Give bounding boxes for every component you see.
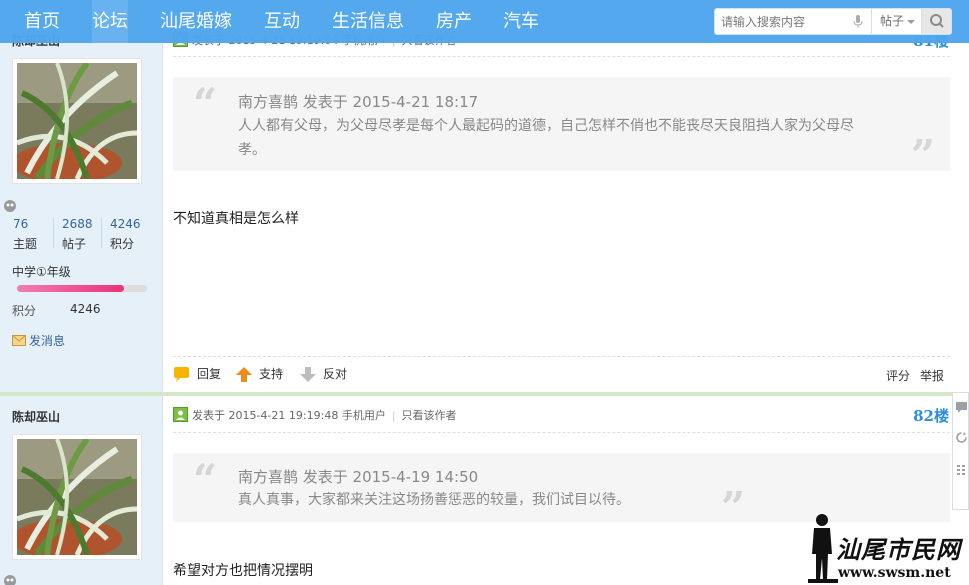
floating-toolbar [952,392,969,510]
search-box: 帖子 [714,8,952,35]
stat-divider [53,218,54,248]
support-label: 支持 [259,367,284,381]
search-button[interactable] [921,9,951,34]
rate-link[interactable]: 评分 [886,367,910,384]
top-navigation-bar: 首页 论坛 汕尾婚嫁 互动 生活信息 房产 汽车 帖子 [0,0,969,43]
oppose-button[interactable]: 反对 [300,365,347,382]
user-online-icon [4,575,16,585]
author-name[interactable]: 陈却巫山 [12,408,60,425]
user-grade[interactable]: 中学①年级 [12,263,71,280]
nav-item-life-info[interactable]: 生活信息 [332,0,404,43]
only-author-link[interactable]: 只看该作者 [402,409,457,422]
search-type-label: 帖子 [880,14,905,28]
credit-value: 4246 [70,302,101,316]
stat-divider [101,218,102,248]
post-device: 手机用户 [341,409,386,422]
search-type-select[interactable]: 帖子 [871,9,921,34]
meta-divider [173,432,950,433]
post-timestamp: 2015-4-21 19:19:48 [228,409,339,422]
avatar[interactable] [12,58,142,184]
quote-open-icon: “ [193,79,218,128]
quote-body: 真人真事，大家都来关注这场扬善惩恶的较量，我们试目以待。 [238,492,630,508]
quote-block: “ 南方喜鹊 发表于 2015-4-21 18:17 人人都有父母，为父母尽孝是… [173,77,950,177]
user-online-icon [4,200,16,212]
quote-open-icon: “ [193,455,218,504]
post-meta-prefix: 发表于 [192,409,225,422]
report-link[interactable]: 举报 [920,367,944,384]
watermark-url: www.swsm.net [838,565,951,581]
quote-header: 南方喜鹊 发表于 2015-4-21 18:17 [238,93,479,111]
microphone-icon[interactable] [853,15,863,29]
quote-body: 人人都有父母，为父母尽孝是每个人最起码的道德，自己怎样不俏也不能丧尽天良阻挡人家… [238,118,854,158]
nav-item-forum[interactable]: 论坛 [92,0,128,43]
post-status-icon [173,407,188,422]
grid-menu-icon[interactable] [955,463,968,476]
comment-icon[interactable] [955,401,968,414]
reply-button[interactable]: 回复 [173,365,221,382]
stat-posts-label: 帖子 [62,237,87,251]
grade-progress-fill [17,285,124,292]
nav-item-property[interactable]: 房产 [436,0,472,43]
quote-header: 南方喜鹊 发表于 2015-4-19 14:50 [238,468,479,486]
refresh-icon[interactable] [955,431,968,444]
nav-item-car[interactable]: 汽车 [503,0,539,43]
avatar-plant-image [17,439,137,555]
chevron-down-icon [907,19,916,24]
avatar-plant-image [17,63,137,179]
nav-item-home[interactable]: 首页 [24,0,60,43]
search-icon [930,14,944,28]
send-message-label: 发消息 [29,334,66,348]
search-input[interactable] [721,9,851,34]
stat-topics-value[interactable]: 76 [13,217,28,231]
reply-label: 回复 [197,367,222,381]
nav-item-interact[interactable]: 互动 [264,0,300,43]
quote-close-icon: ” [721,483,746,532]
stat-posts-value[interactable]: 2688 [62,217,93,231]
support-button[interactable]: 支持 [236,365,283,382]
post-meta: 发表于 2015-4-21 19:19:48 手机用户 | 只看该作者 [173,407,457,423]
credit-label: 积分 [12,304,37,318]
meta-divider [173,56,950,57]
reply-icon [174,367,189,382]
avatar[interactable] [12,434,142,560]
floor-number[interactable]: 82楼 [913,405,949,426]
site-watermark-logo: 汕尾市民网 www.swsm.net [808,510,969,585]
watermark-logo-text: 汕尾市民网 [836,535,961,564]
quote-close-icon: ” [911,131,936,180]
stat-credits-value[interactable]: 4246 [110,217,141,231]
oppose-label: 反对 [323,367,348,381]
stat-credits-label: 积分 [110,237,135,251]
send-message-link[interactable]: 发消息 [12,332,65,349]
post-message: 希望对方也把情况摆明 [173,563,313,579]
nav-item-wedding[interactable]: 汕尾婚嫁 [160,0,232,43]
actions-divider [173,356,950,357]
mail-icon [12,335,26,346]
post-81: 陈却巫山 76 主题 2688 帖子 4246 积分 中学①年级 积分 4246… [0,0,969,392]
thumbs-up-arrow-icon [236,367,252,382]
thumbs-down-arrow-icon [300,367,316,382]
grade-progress-bar [17,285,147,292]
stat-topics-label: 主题 [13,237,38,251]
post-message: 不知道真相是怎么样 [173,211,299,227]
